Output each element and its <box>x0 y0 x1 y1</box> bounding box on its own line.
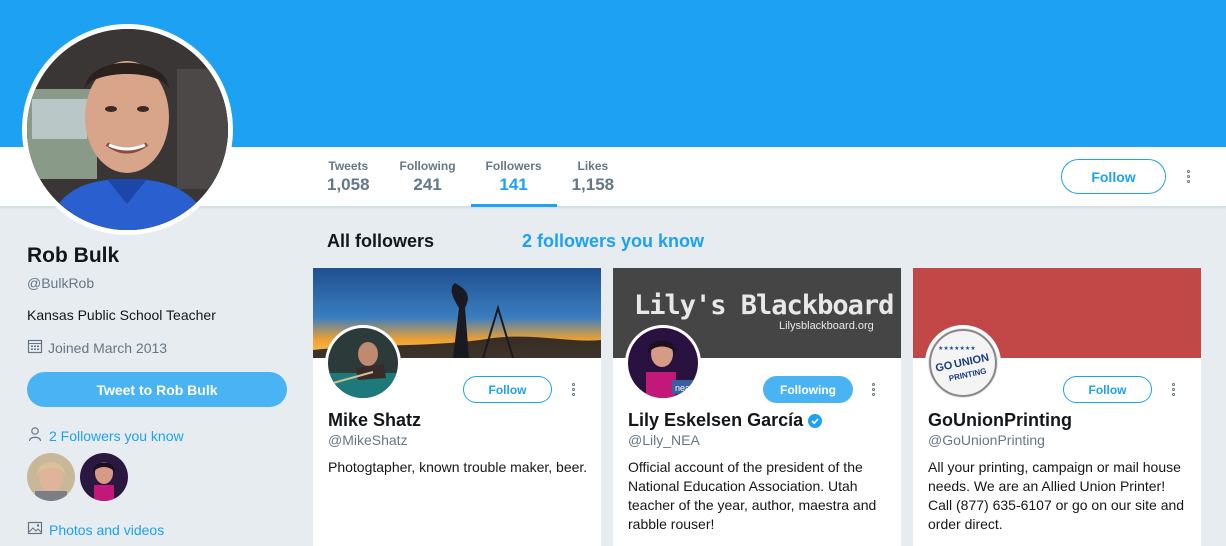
tweet-to-button[interactable]: Tweet to Rob Bulk <box>27 372 287 407</box>
more-options-icon[interactable] <box>1185 170 1191 183</box>
profile-joined: Joined March 2013 <box>27 338 287 357</box>
follow-button[interactable]: Follow <box>463 376 552 403</box>
stat-value: 141 <box>499 175 528 194</box>
follower-card[interactable]: Lily's Blackboard Lilysblackboard.org ne… <box>613 268 901 546</box>
card-avatar[interactable]: nea <box>625 325 701 401</box>
svg-text:★★★★★★★: ★★★★★★★ <box>938 345 976 352</box>
card-name[interactable]: GoUnionPrinting <box>928 410 1072 431</box>
stat-value: 1,058 <box>327 175 370 194</box>
tab-followers-you-know[interactable]: 2 followers you know <box>522 231 704 252</box>
followers-you-know-link[interactable]: 2 Followers you know <box>27 426 287 445</box>
avatar-photo <box>27 29 228 230</box>
profile-handle[interactable]: @BulkRob <box>27 275 287 291</box>
more-options-icon[interactable] <box>1170 383 1176 396</box>
stat-tweets[interactable]: Tweets 1,058 <box>312 147 385 207</box>
stat-following[interactable]: Following 241 <box>385 147 471 207</box>
image-icon <box>27 520 43 539</box>
svg-text:nea: nea <box>675 383 690 393</box>
card-bio: All your printing, campaign or mail hous… <box>928 459 1185 532</box>
card-handle[interactable]: @GoUnionPrinting <box>928 432 1045 448</box>
card-name[interactable]: Lily Eskelsen García <box>628 410 823 431</box>
avatar[interactable] <box>80 453 128 501</box>
more-options-icon[interactable] <box>870 383 876 396</box>
follow-button[interactable]: Follow <box>1063 376 1152 403</box>
card-name-text: Lily Eskelsen García <box>628 410 804 430</box>
card-bio: Official account of the president of the… <box>628 459 877 532</box>
known-followers-avatars <box>27 453 287 501</box>
banner-title: Lily's Blackboard <box>634 290 894 321</box>
followers-you-know-label: 2 Followers you know <box>49 427 184 444</box>
profile-bio: Kansas Public School Teacher <box>27 307 216 323</box>
profile-avatar[interactable] <box>22 24 233 235</box>
stat-value: 1,158 <box>571 175 615 194</box>
tab-all-followers[interactable]: All followers <box>327 231 434 252</box>
person-icon <box>27 426 43 445</box>
more-options-icon[interactable] <box>570 383 576 396</box>
card-handle[interactable]: @Lily_NEA <box>628 432 700 448</box>
card-handle[interactable]: @MikeShatz <box>328 432 408 448</box>
card-name-text: Mike Shatz <box>328 410 422 430</box>
stat-likes[interactable]: Likes 1,158 <box>557 147 630 207</box>
stat-value: 241 <box>413 175 442 194</box>
follower-card[interactable]: ★★★★★★★ GO UNION PRINTING Follow GoUnion… <box>913 268 1201 546</box>
followers-tabs: All followers 2 followers you know <box>327 231 704 252</box>
stat-followers[interactable]: Followers 141 <box>470 147 557 207</box>
follow-button[interactable]: Follow <box>1061 159 1166 194</box>
profile-name[interactable]: Rob Bulk <box>27 244 287 268</box>
stat-label: Followers <box>485 159 542 173</box>
profile-sidebar: Rob Bulk @BulkRob Kansas Public School T… <box>27 240 287 546</box>
verified-badge-icon <box>808 413 823 428</box>
avatar[interactable] <box>27 453 75 501</box>
banner-url: Lilysblackboard.org <box>779 320 874 332</box>
stat-label: Following <box>399 159 456 173</box>
photos-videos-link[interactable]: Photos and videos <box>27 520 287 539</box>
joined-text: Joined March 2013 <box>48 339 168 356</box>
following-button[interactable]: Following <box>763 376 853 403</box>
card-name[interactable]: Mike Shatz <box>328 410 421 431</box>
card-avatar[interactable] <box>325 325 401 401</box>
card-avatar[interactable]: ★★★★★★★ GO UNION PRINTING <box>925 325 1001 401</box>
stat-label: Tweets <box>328 159 369 173</box>
profile-stats: Tweets 1,058 Following 241 Followers 141… <box>312 147 629 207</box>
calendar-icon <box>27 338 43 357</box>
card-name-text: GoUnionPrinting <box>928 410 1072 430</box>
follower-card[interactable]: Follow Mike Shatz @MikeShatz Photogtaphe… <box>313 268 601 546</box>
photos-videos-label: Photos and videos <box>49 521 165 538</box>
card-bio: Photogtapher, known trouble maker, beer. <box>328 459 588 475</box>
stat-label: Likes <box>577 159 609 173</box>
